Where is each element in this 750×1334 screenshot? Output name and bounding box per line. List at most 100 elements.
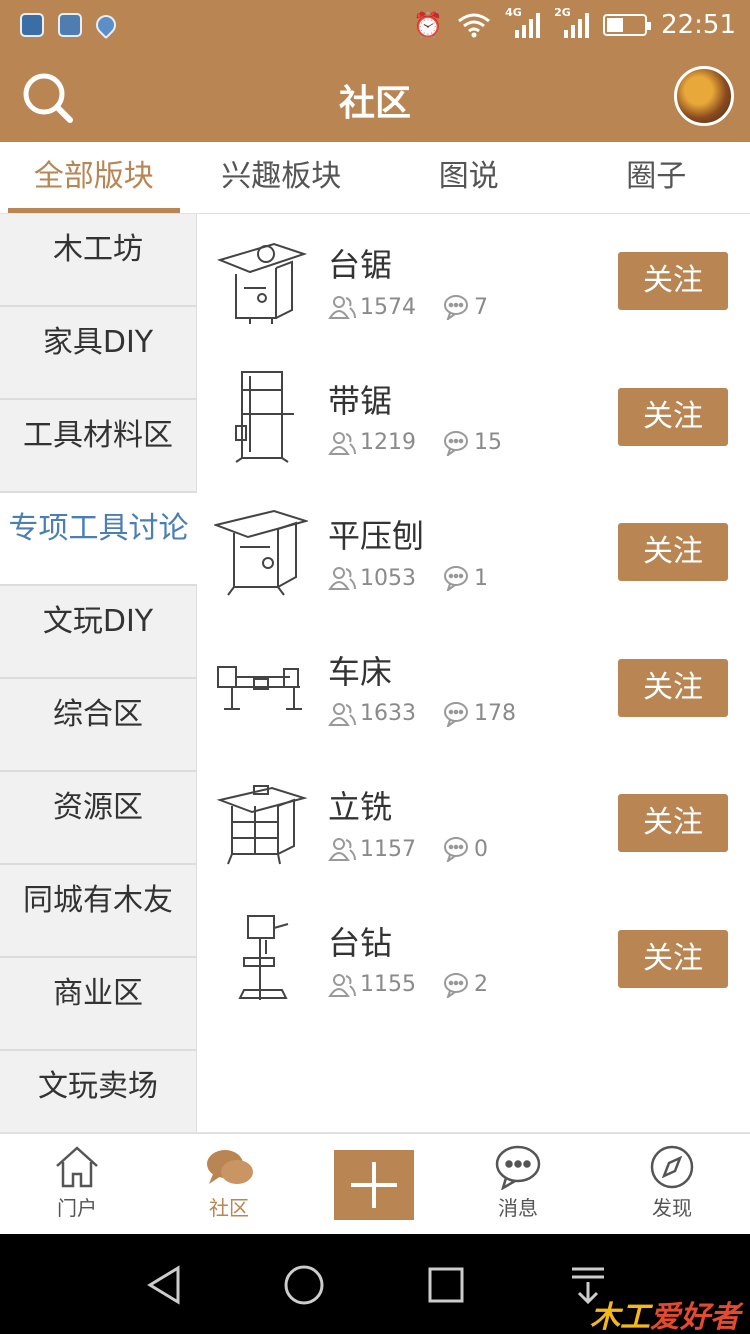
list-item[interactable]: 台锯 1574 7 关注: [198, 214, 750, 350]
forum-stats: 1157 0: [328, 836, 488, 862]
follow-button[interactable]: 关注: [618, 794, 728, 852]
lathe-icon: [217, 665, 302, 710]
network-type-label: 4G: [505, 6, 522, 19]
comments-icon: [444, 972, 468, 998]
list-item[interactable]: 平压刨 1053 1 关注: [198, 485, 750, 621]
android-system-bar: 木工爱好者: [0, 1234, 750, 1334]
forum-name: 台钻: [328, 923, 393, 962]
sidebar-item-resources[interactable]: 资源区: [0, 772, 196, 865]
member-count: 1219: [360, 430, 416, 455]
sidebar-item-local-friends[interactable]: 同城有木友: [0, 865, 196, 958]
nav-home-label: 门户: [57, 1196, 97, 1220]
clock: 22:51: [661, 10, 736, 40]
site-watermark: 木工爱好者: [590, 1292, 740, 1334]
status-indicators: ⏰ 4G 2G 22:51: [413, 6, 736, 44]
add-post-button[interactable]: [334, 1150, 414, 1220]
post-count: 0: [474, 836, 488, 862]
nav-messages[interactable]: 消息: [463, 1144, 573, 1221]
comments-icon: [444, 295, 468, 320]
back-icon[interactable]: [144, 1264, 184, 1306]
nav-community[interactable]: 社区: [174, 1144, 284, 1221]
location-pin-icon: [91, 10, 121, 40]
forum-stats: 1574 7: [328, 294, 488, 320]
recent-apps-icon[interactable]: [427, 1264, 465, 1306]
forum-stats: 1053 1: [328, 565, 488, 591]
forum-name: 台锯: [328, 246, 393, 284]
nav-discover-label: 发现: [652, 1196, 692, 1220]
members-icon: [328, 838, 356, 861]
sidebar-item-crafts-market[interactable]: 文玩卖场: [0, 1051, 196, 1144]
post-count: 178: [474, 701, 516, 726]
post-count: 1: [474, 565, 488, 591]
comments-icon: [444, 430, 468, 456]
page-title: 社区: [338, 83, 411, 124]
follow-button[interactable]: 关注: [618, 658, 728, 717]
members-icon: [328, 973, 356, 997]
post-count: 2: [474, 972, 488, 997]
avatar[interactable]: [674, 66, 734, 126]
forum-list: 台锯 1574 7 关注 带锯 1219 15 关注 平压刨 1053 1 关注…: [198, 214, 750, 1132]
bottom-navigation: 门户 社区 消息 发现: [0, 1132, 750, 1234]
app-header: ⏰ 4G 2G 22:51 社区: [0, 0, 750, 142]
forum-name: 车床: [328, 652, 393, 691]
tab-all-sections[interactable]: 全部版块: [0, 142, 188, 213]
tab-bar: 全部版块 兴趣板块 图说 圈子: [0, 142, 750, 214]
sidebar-item-tools-materials[interactable]: 工具材料区: [0, 400, 196, 493]
signal-2g-icon: 2G: [554, 6, 590, 38]
member-count: 1155: [360, 972, 416, 997]
sidebar-item-general[interactable]: 综合区: [0, 679, 196, 772]
follow-button[interactable]: 关注: [618, 929, 728, 988]
wifi-icon: [458, 13, 490, 38]
forum-name: 带锯: [328, 381, 393, 420]
sidebar-item-business[interactable]: 商业区: [0, 958, 196, 1051]
sidebar-item-crafts-diy[interactable]: 文玩DIY: [0, 586, 196, 679]
list-item[interactable]: 台钻 1155 2 关注: [198, 892, 750, 1028]
home-circle-icon[interactable]: [283, 1264, 325, 1306]
members-icon: [328, 702, 356, 726]
comments-icon: [444, 837, 468, 862]
forum-stats: 1155 2: [328, 972, 488, 998]
follow-button[interactable]: 关注: [618, 523, 728, 581]
sidebar-item-special-tools[interactable]: 专项工具讨论: [0, 493, 197, 586]
router-table-icon: [216, 785, 308, 865]
post-count: 15: [474, 430, 502, 455]
nav-home[interactable]: 门户: [22, 1144, 132, 1221]
comments-icon: [444, 566, 468, 591]
member-count: 1633: [360, 701, 416, 726]
list-item[interactable]: 带锯 1219 15 关注: [198, 350, 750, 486]
tab-pictures[interactable]: 图说: [375, 142, 563, 213]
member-count: 1157: [360, 836, 416, 862]
forum-stats: 1633 178: [328, 701, 516, 727]
tab-circles[interactable]: 圈子: [563, 142, 750, 213]
comments-icon: [444, 701, 468, 727]
notification-icons: [20, 10, 121, 40]
app-notification-icon: [20, 13, 44, 37]
post-count: 7: [474, 294, 488, 320]
home-icon: [56, 1146, 98, 1188]
sidebar-item-furniture-diy[interactable]: 家具DIY: [0, 307, 196, 400]
alarm-icon: ⏰: [413, 11, 444, 39]
forum-name: 平压刨: [328, 517, 425, 555]
sidebar-item-woodshop[interactable]: 木工坊: [0, 214, 196, 307]
follow-button[interactable]: 关注: [618, 252, 728, 310]
list-item[interactable]: 立铣 1157 0 关注: [198, 756, 750, 892]
planer-icon: [214, 509, 308, 596]
forum-stats: 1219 15: [328, 430, 502, 456]
watermark-logo-mark: 木工: [590, 1300, 650, 1334]
plus-icon: [351, 1162, 397, 1208]
network-type-label: 2G: [554, 6, 571, 19]
category-sidebar: 木工坊 家具DIY 工具材料区 专项工具讨论 文玩DIY 综合区 资源区 同城有…: [0, 214, 197, 1144]
nav-discover[interactable]: 发现: [617, 1144, 727, 1221]
nav-messages-label: 消息: [498, 1196, 538, 1220]
tab-interest-sections[interactable]: 兴趣板块: [188, 142, 376, 213]
member-count: 1574: [360, 294, 416, 320]
member-count: 1053: [360, 565, 416, 591]
drill-press-icon: [238, 914, 289, 1000]
signal-4g-icon: 4G: [505, 6, 541, 38]
band-saw-icon: [235, 370, 294, 463]
follow-button[interactable]: 关注: [618, 387, 728, 446]
list-item[interactable]: 车床 1633 178 关注: [198, 621, 750, 757]
title-bar: 社区: [0, 50, 750, 142]
nav-community-label: 社区: [209, 1196, 249, 1220]
table-saw-icon: [216, 242, 308, 324]
